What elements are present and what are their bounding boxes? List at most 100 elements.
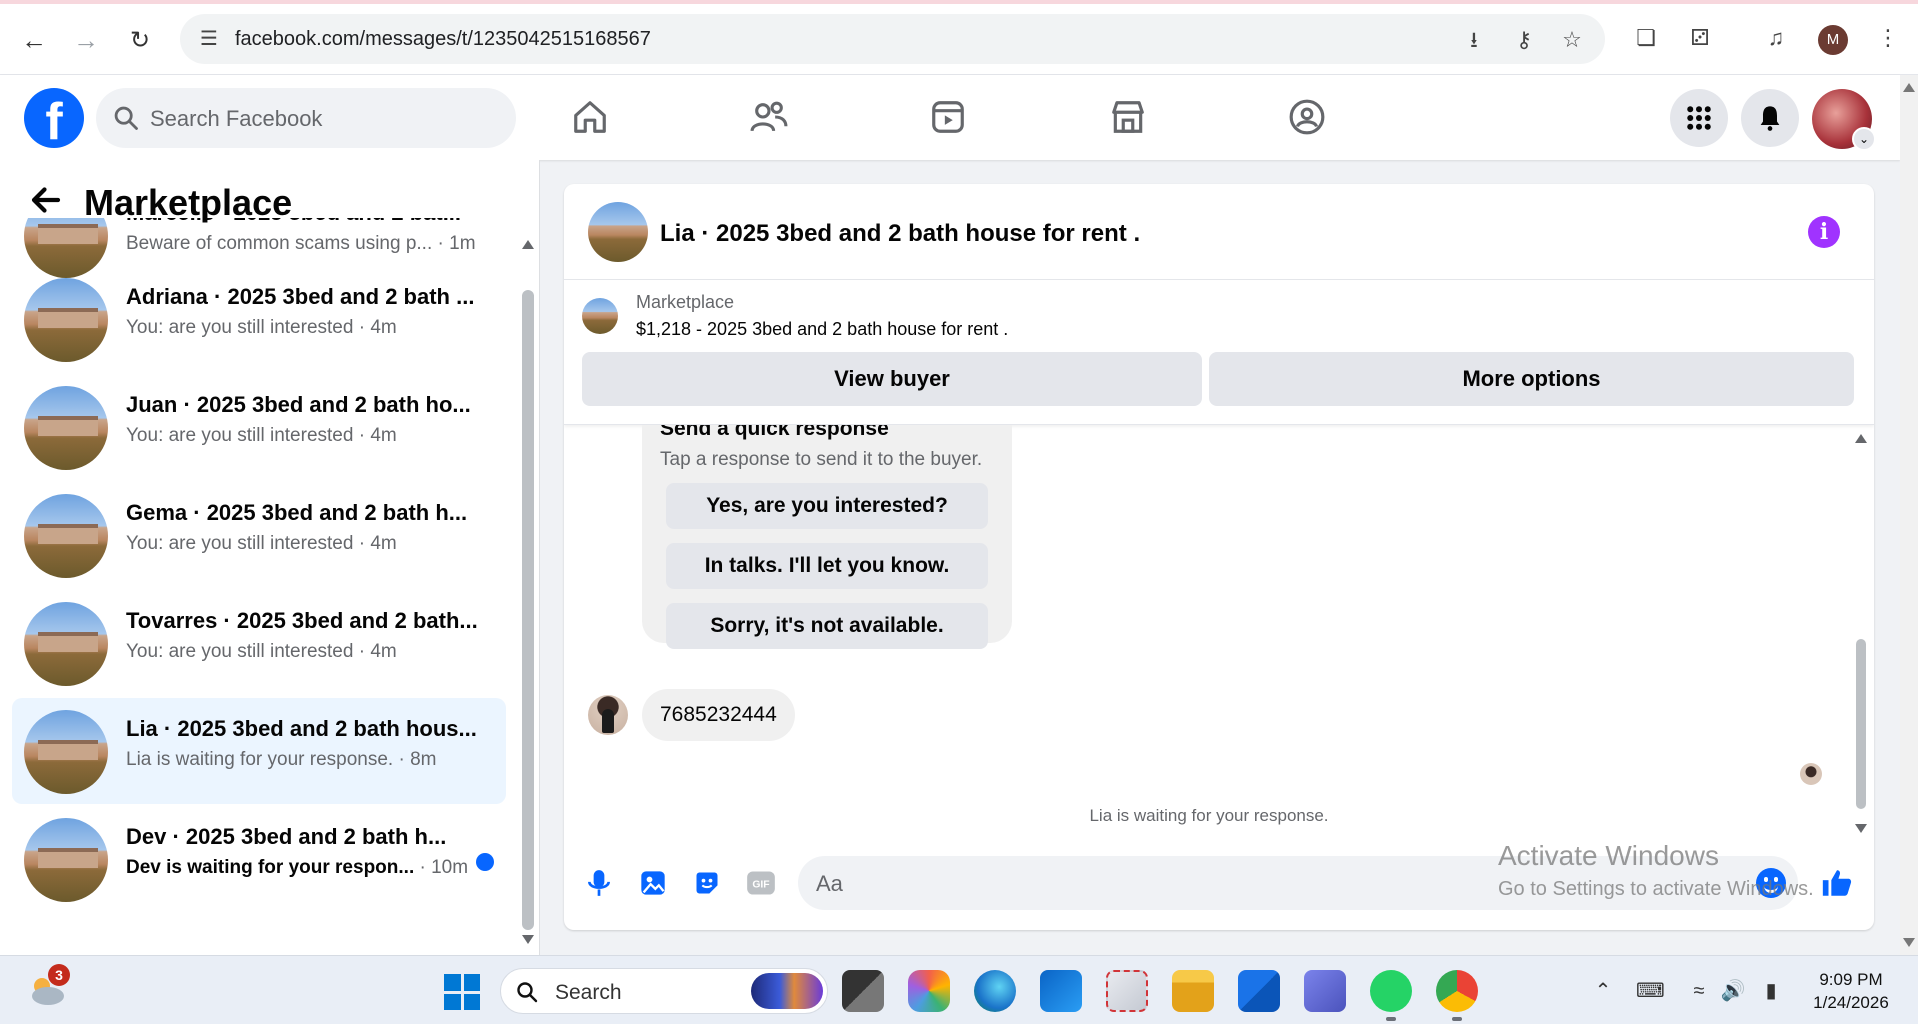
browser-menu-icon[interactable]: ⋮ bbox=[1872, 22, 1904, 54]
back-icon[interactable]: ← bbox=[16, 22, 52, 58]
site-settings-icon[interactable]: ☰ bbox=[196, 26, 222, 52]
address-bar[interactable]: ☰ facebook.com/messages/t/12350425151685… bbox=[180, 14, 1605, 64]
message-input-placeholder: Aa bbox=[816, 871, 843, 896]
friends-icon[interactable] bbox=[747, 95, 791, 139]
conversation-preview: Dev is waiting for your respon... · 10m bbox=[126, 857, 469, 878]
windows-taskbar: 3 Search ⌃ ⌨ ≈ 🔊 ▮ 9:09 PM 1/24/2026 bbox=[0, 955, 1918, 1024]
conversation-item-active[interactable]: Lia · 2025 3bed and 2 bath hous... Lia i… bbox=[12, 698, 506, 804]
groups-icon[interactable] bbox=[1285, 95, 1329, 139]
listing-price[interactable]: $1,218 - 2025 3bed and 2 bath house for … bbox=[636, 319, 1008, 340]
quick-response-option[interactable]: In talks. I'll let you know. bbox=[666, 543, 988, 589]
marketplace-icon[interactable] bbox=[1106, 95, 1150, 139]
edge-browser-icon[interactable] bbox=[974, 970, 1016, 1012]
conversation-item[interactable]: Adriana · 2025 3bed and 2 bath ... You: … bbox=[12, 266, 506, 372]
search-icon bbox=[517, 982, 538, 1003]
account-avatar[interactable]: ⌄ bbox=[1812, 89, 1876, 151]
weather-widget[interactable]: 3 bbox=[28, 964, 70, 1008]
whatsapp-icon[interactable] bbox=[1370, 970, 1412, 1012]
message-input[interactable]: Aa bbox=[798, 856, 1798, 910]
home-icon[interactable] bbox=[568, 95, 612, 139]
system-clock[interactable]: 9:09 PM 1/24/2026 bbox=[1796, 968, 1906, 1014]
conversation-item[interactable]: Dev · 2025 3bed and 2 bath h... Dev is w… bbox=[12, 806, 506, 912]
conversation-item[interactable]: Gema · 2025 3bed and 2 bath h... You: ar… bbox=[12, 482, 506, 588]
battery-icon[interactable]: ▮ bbox=[1758, 978, 1784, 1004]
info-icon[interactable]: i bbox=[1808, 216, 1840, 248]
microsoft-store-icon[interactable] bbox=[1238, 970, 1280, 1012]
conversation-item[interactable]: Tovarres · 2025 3bed and 2 bath... You: … bbox=[12, 590, 506, 696]
microphone-icon[interactable] bbox=[582, 866, 616, 900]
conversation-item[interactable]: Juan · 2025 3bed and 2 bath ho... You: a… bbox=[12, 374, 506, 480]
video-icon[interactable] bbox=[926, 95, 970, 139]
bookmark-star-icon[interactable]: ☆ bbox=[1558, 26, 1586, 54]
url-text[interactable]: facebook.com/messages/t/1235042515168567 bbox=[235, 28, 651, 51]
facebook-search-input[interactable]: Search Facebook bbox=[96, 88, 516, 148]
conversation-name: Gema · 2025 3bed and 2 bath h... bbox=[126, 500, 468, 525]
teams-icon[interactable] bbox=[1304, 970, 1346, 1012]
message-bubble[interactable]: 7685232444 bbox=[642, 689, 795, 741]
running-indicator bbox=[1452, 1017, 1462, 1021]
chrome-icon[interactable] bbox=[1436, 970, 1478, 1012]
scroll-down-arrow[interactable] bbox=[1855, 824, 1867, 833]
search-placeholder: Search Facebook bbox=[150, 106, 323, 131]
view-buyer-button[interactable]: View buyer bbox=[582, 352, 1202, 406]
task-view-icon[interactable] bbox=[842, 970, 884, 1012]
conversation-name: Marcelis · 2025 3bed and 2 bat... bbox=[126, 218, 486, 226]
conversation-name: Tovarres · 2025 3bed and 2 bath... bbox=[126, 608, 478, 633]
chat-avatar[interactable] bbox=[588, 202, 648, 262]
unread-dot bbox=[476, 853, 494, 871]
message-thread: Send a quick response Tap a response to … bbox=[564, 425, 1874, 840]
conversation-list: Marcelis · 2025 3bed and 2 bat... Beware… bbox=[12, 218, 506, 955]
copilot-icon[interactable] bbox=[908, 970, 950, 1012]
file-explorer-icon[interactable] bbox=[1172, 970, 1214, 1012]
notifications-bell-icon[interactable] bbox=[1741, 89, 1799, 147]
outlook-icon[interactable] bbox=[1040, 970, 1082, 1012]
chevron-up-icon[interactable]: ⌃ bbox=[1590, 978, 1616, 1004]
message-composer: GIF Aa bbox=[564, 840, 1874, 930]
chat-scrollbar[interactable] bbox=[1854, 434, 1868, 834]
keyboard-icon[interactable]: ⌨ bbox=[1636, 978, 1665, 1004]
quick-response-option[interactable]: Yes, are you interested? bbox=[666, 483, 988, 529]
scroll-up-arrow[interactable] bbox=[522, 240, 534, 249]
scroll-up-arrow[interactable] bbox=[1855, 434, 1867, 443]
scroll-up-arrow[interactable] bbox=[1903, 83, 1915, 92]
chat-title[interactable]: Lia · 2025 3bed and 2 bath house for ren… bbox=[660, 220, 1140, 248]
listing-thumbnail bbox=[24, 602, 108, 686]
browser-profile-avatar[interactable]: M bbox=[1818, 25, 1848, 55]
seen-indicator-avatar bbox=[1800, 763, 1822, 785]
conversation-name: Lia · 2025 3bed and 2 bath hous... bbox=[126, 716, 477, 741]
reload-icon[interactable]: ↻ bbox=[122, 22, 158, 58]
gif-label: GIF bbox=[752, 880, 769, 891]
quick-response-option[interactable]: Sorry, it's not available. bbox=[666, 603, 988, 649]
windows-start-icon[interactable] bbox=[444, 974, 480, 1010]
scrollbar-thumb[interactable] bbox=[1856, 639, 1866, 809]
volume-icon[interactable]: 🔊 bbox=[1720, 978, 1746, 1004]
menu-grid-icon[interactable] bbox=[1670, 89, 1728, 147]
clock-time: 9:09 PM bbox=[1819, 970, 1883, 989]
more-options-button[interactable]: More options bbox=[1209, 352, 1854, 406]
media-controls-icon[interactable]: ♫ bbox=[1760, 22, 1792, 54]
emoji-icon[interactable] bbox=[1756, 868, 1786, 898]
back-arrow-icon[interactable] bbox=[28, 182, 64, 218]
sidebar-scrollbar[interactable] bbox=[522, 240, 534, 944]
tab-search-icon[interactable]: ❏ bbox=[1630, 22, 1662, 54]
gif-icon[interactable]: GIF bbox=[744, 866, 778, 900]
forward-icon[interactable]: → bbox=[68, 22, 104, 58]
extensions-icon[interactable]: ⚂ bbox=[1684, 22, 1716, 54]
photo-icon[interactable] bbox=[636, 866, 670, 900]
listing-thumbnail bbox=[24, 278, 108, 362]
sticker-icon[interactable] bbox=[690, 866, 724, 900]
password-key-icon[interactable]: ⚷ bbox=[1510, 26, 1538, 54]
page-scrollbar[interactable] bbox=[1900, 75, 1918, 955]
wifi-icon[interactable]: ≈ bbox=[1686, 978, 1712, 1004]
thumbs-up-icon[interactable] bbox=[1820, 866, 1854, 900]
taskbar-search[interactable]: Search bbox=[500, 968, 828, 1014]
chevron-down-icon[interactable]: ⌄ bbox=[1852, 127, 1876, 151]
sender-avatar[interactable] bbox=[588, 695, 628, 735]
install-app-icon[interactable]: ⭳ bbox=[1460, 26, 1488, 54]
scroll-down-arrow[interactable] bbox=[522, 935, 534, 944]
listing-thumbnail bbox=[24, 710, 108, 794]
scrollbar-thumb[interactable] bbox=[522, 290, 534, 930]
facebook-logo[interactable]: f bbox=[24, 88, 84, 148]
scroll-down-arrow[interactable] bbox=[1903, 938, 1915, 947]
snipping-tool-icon[interactable] bbox=[1106, 970, 1148, 1012]
